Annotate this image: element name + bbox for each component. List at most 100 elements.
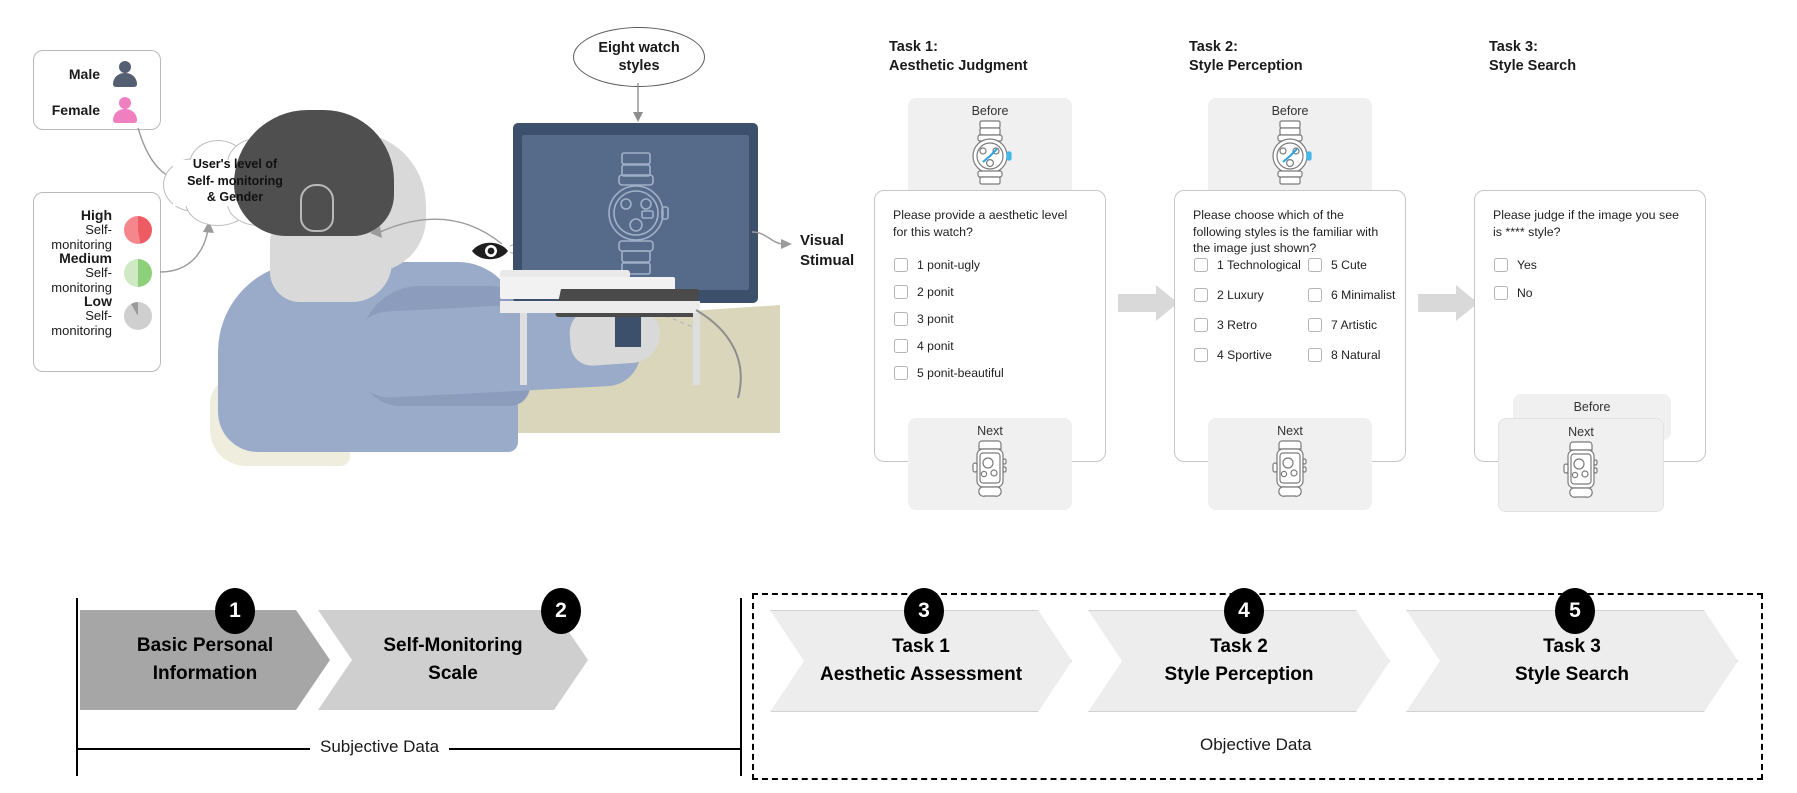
callout-arrow bbox=[633, 83, 643, 122]
flow-step-2-line1: Self-Monitoring bbox=[383, 635, 523, 657]
task-3-option[interactable]: Yes bbox=[1494, 258, 1654, 272]
task-2-option[interactable]: 2 Luxury bbox=[1194, 288, 1304, 302]
task-2-options-right: 5 Cute 6 Minimalist 7 Artistic 8 Natural bbox=[1308, 258, 1408, 362]
option-label: 4 Sportive bbox=[1217, 348, 1272, 362]
pie-icon-low bbox=[124, 301, 152, 330]
person-icon bbox=[112, 60, 138, 88]
task-2-option[interactable]: 7 Artistic bbox=[1308, 318, 1408, 332]
task-2-option[interactable]: 3 Retro bbox=[1194, 318, 1304, 332]
smartwatch-icon bbox=[972, 440, 1007, 497]
task-1-option[interactable]: 1 ponit-ugly bbox=[894, 258, 1094, 272]
option-label: Yes bbox=[1517, 258, 1537, 272]
task-1-title: Task 1: Aesthetic Judgment bbox=[889, 39, 1028, 74]
flow-step-2-line2: Scale bbox=[428, 663, 478, 684]
option-label: 4 ponit bbox=[917, 339, 954, 353]
flow-badge-1: 1 bbox=[215, 588, 255, 634]
legend-item-male: Male bbox=[34, 60, 138, 88]
callout-text: Eight watch styles bbox=[598, 39, 680, 74]
monitor-stand-leg-left bbox=[520, 313, 527, 385]
task-3-title: Task 3: Style Search bbox=[1489, 39, 1577, 74]
task-2-option[interactable]: 8 Natural bbox=[1308, 348, 1408, 362]
task-1-next-caption: Next bbox=[977, 424, 1003, 438]
task-2-option[interactable]: 1 Technological bbox=[1194, 258, 1304, 272]
task-2-options-left: 1 Technological 2 Luxury 3 Retro 4 Sport… bbox=[1194, 258, 1304, 362]
checkbox-icon[interactable] bbox=[894, 366, 908, 380]
checkbox-icon[interactable] bbox=[894, 258, 908, 272]
task-3-options: Yes No bbox=[1494, 258, 1654, 300]
checkbox-icon[interactable] bbox=[1308, 288, 1322, 302]
task-3-before-caption: Before bbox=[1573, 400, 1611, 414]
legend-label-female: Female bbox=[51, 101, 100, 118]
checkbox-icon[interactable] bbox=[1308, 258, 1322, 272]
checkbox-icon[interactable] bbox=[1494, 258, 1508, 272]
flow-step-3-line2: Aesthetic Assessment bbox=[819, 664, 1023, 685]
flow-badge-2-label: 2 bbox=[555, 599, 567, 622]
task-1-option[interactable]: 4 ponit bbox=[894, 339, 1094, 353]
checkbox-icon[interactable] bbox=[1194, 288, 1208, 302]
option-label: No bbox=[1517, 286, 1533, 300]
option-label: 1 ponit-ugly bbox=[917, 258, 981, 272]
checkbox-icon[interactable] bbox=[1194, 318, 1208, 332]
task-1-before-card: Before bbox=[908, 98, 1072, 198]
flow-step-3-line1: Task 1 bbox=[892, 636, 950, 658]
checkbox-icon[interactable] bbox=[1194, 258, 1208, 272]
flow-step-1-line2: Information bbox=[152, 663, 258, 684]
task-2-option[interactable]: 6 Minimalist bbox=[1308, 288, 1408, 302]
checkbox-icon[interactable] bbox=[1494, 286, 1508, 300]
subjective-data-label: Subjective Data bbox=[310, 737, 450, 757]
flow-badge-2: 2 bbox=[541, 588, 581, 634]
checkbox-icon[interactable] bbox=[894, 285, 908, 299]
flow-step-5-line2: Style Search bbox=[1514, 664, 1630, 685]
checkbox-icon[interactable] bbox=[894, 312, 908, 326]
checkbox-icon[interactable] bbox=[1308, 348, 1322, 362]
task-1-next-card: Next bbox=[908, 418, 1072, 510]
option-label: 2 Luxury bbox=[1217, 288, 1264, 302]
checkbox-icon[interactable] bbox=[1308, 318, 1322, 332]
task-2-next-card: Next bbox=[1208, 418, 1372, 510]
flow-badge-3-label: 3 bbox=[918, 599, 930, 622]
eight-watch-styles-callout: Eight watch styles bbox=[573, 27, 705, 87]
flow-step-4-line1: Task 2 bbox=[1210, 636, 1268, 658]
option-label: 3 Retro bbox=[1217, 318, 1257, 332]
task-3-next-card: Next bbox=[1498, 418, 1664, 512]
task-1-option[interactable]: 2 ponit bbox=[894, 285, 1094, 299]
task-2-to-3-arrow bbox=[1418, 285, 1478, 321]
task-1-to-2-arrow bbox=[1118, 285, 1178, 321]
legend-item-low: Low Self- monitoring bbox=[38, 293, 152, 339]
task-3-option[interactable]: No bbox=[1494, 286, 1654, 300]
watch-icon bbox=[1272, 120, 1312, 185]
watch-stimulus-icon bbox=[608, 152, 669, 275]
checkbox-icon[interactable] bbox=[894, 339, 908, 353]
checkbox-icon[interactable] bbox=[1194, 348, 1208, 362]
flow-badge-5: 5 bbox=[1555, 588, 1595, 634]
task-2-before-card: Before bbox=[1208, 98, 1372, 198]
task-1-option[interactable]: 5 ponit-beautiful bbox=[894, 366, 1094, 380]
desk-shelf bbox=[500, 301, 700, 313]
objective-data-label: Objective Data bbox=[1190, 735, 1322, 755]
task-3-next-caption: Next bbox=[1568, 425, 1594, 439]
option-label: 2 ponit bbox=[917, 285, 954, 299]
option-label: 7 Artistic bbox=[1331, 318, 1378, 332]
flow-badge-5-label: 5 bbox=[1569, 599, 1581, 622]
flow-step-5-line1: Task 3 bbox=[1543, 636, 1601, 658]
option-label: 8 Natural bbox=[1331, 348, 1381, 362]
gender-legend-card: Male Female bbox=[33, 50, 161, 130]
legend-item-female: Female bbox=[34, 96, 138, 124]
option-label: 5 ponit-beautiful bbox=[917, 366, 1004, 380]
task-2-next-caption: Next bbox=[1277, 424, 1303, 438]
watch-icon bbox=[972, 120, 1012, 185]
task-2-option[interactable]: 4 Sportive bbox=[1194, 348, 1304, 362]
flow-step-1[interactable]: Basic Personal Information bbox=[80, 610, 330, 710]
option-label: 3 ponit bbox=[917, 312, 954, 326]
option-label: 1 Technological bbox=[1217, 258, 1301, 272]
flow-step-4-line2: Style Perception bbox=[1164, 664, 1314, 685]
flow-badge-1-label: 1 bbox=[229, 599, 241, 622]
legend-label-male: Male bbox=[68, 65, 100, 82]
task-1-options: 1 ponit-ugly 2 ponit 3 ponit 4 ponit 5 p… bbox=[894, 258, 1094, 380]
thought-cloud-text: User's level of Self- monitoring & Gende… bbox=[187, 157, 283, 204]
flow-badge-4: 4 bbox=[1224, 588, 1264, 634]
smartwatch-icon bbox=[1272, 440, 1307, 497]
task-2-option[interactable]: 5 Cute bbox=[1308, 258, 1408, 272]
task-1-option[interactable]: 3 ponit bbox=[894, 312, 1094, 326]
legend-label-medium: Medium Self- monitoring bbox=[51, 250, 112, 296]
